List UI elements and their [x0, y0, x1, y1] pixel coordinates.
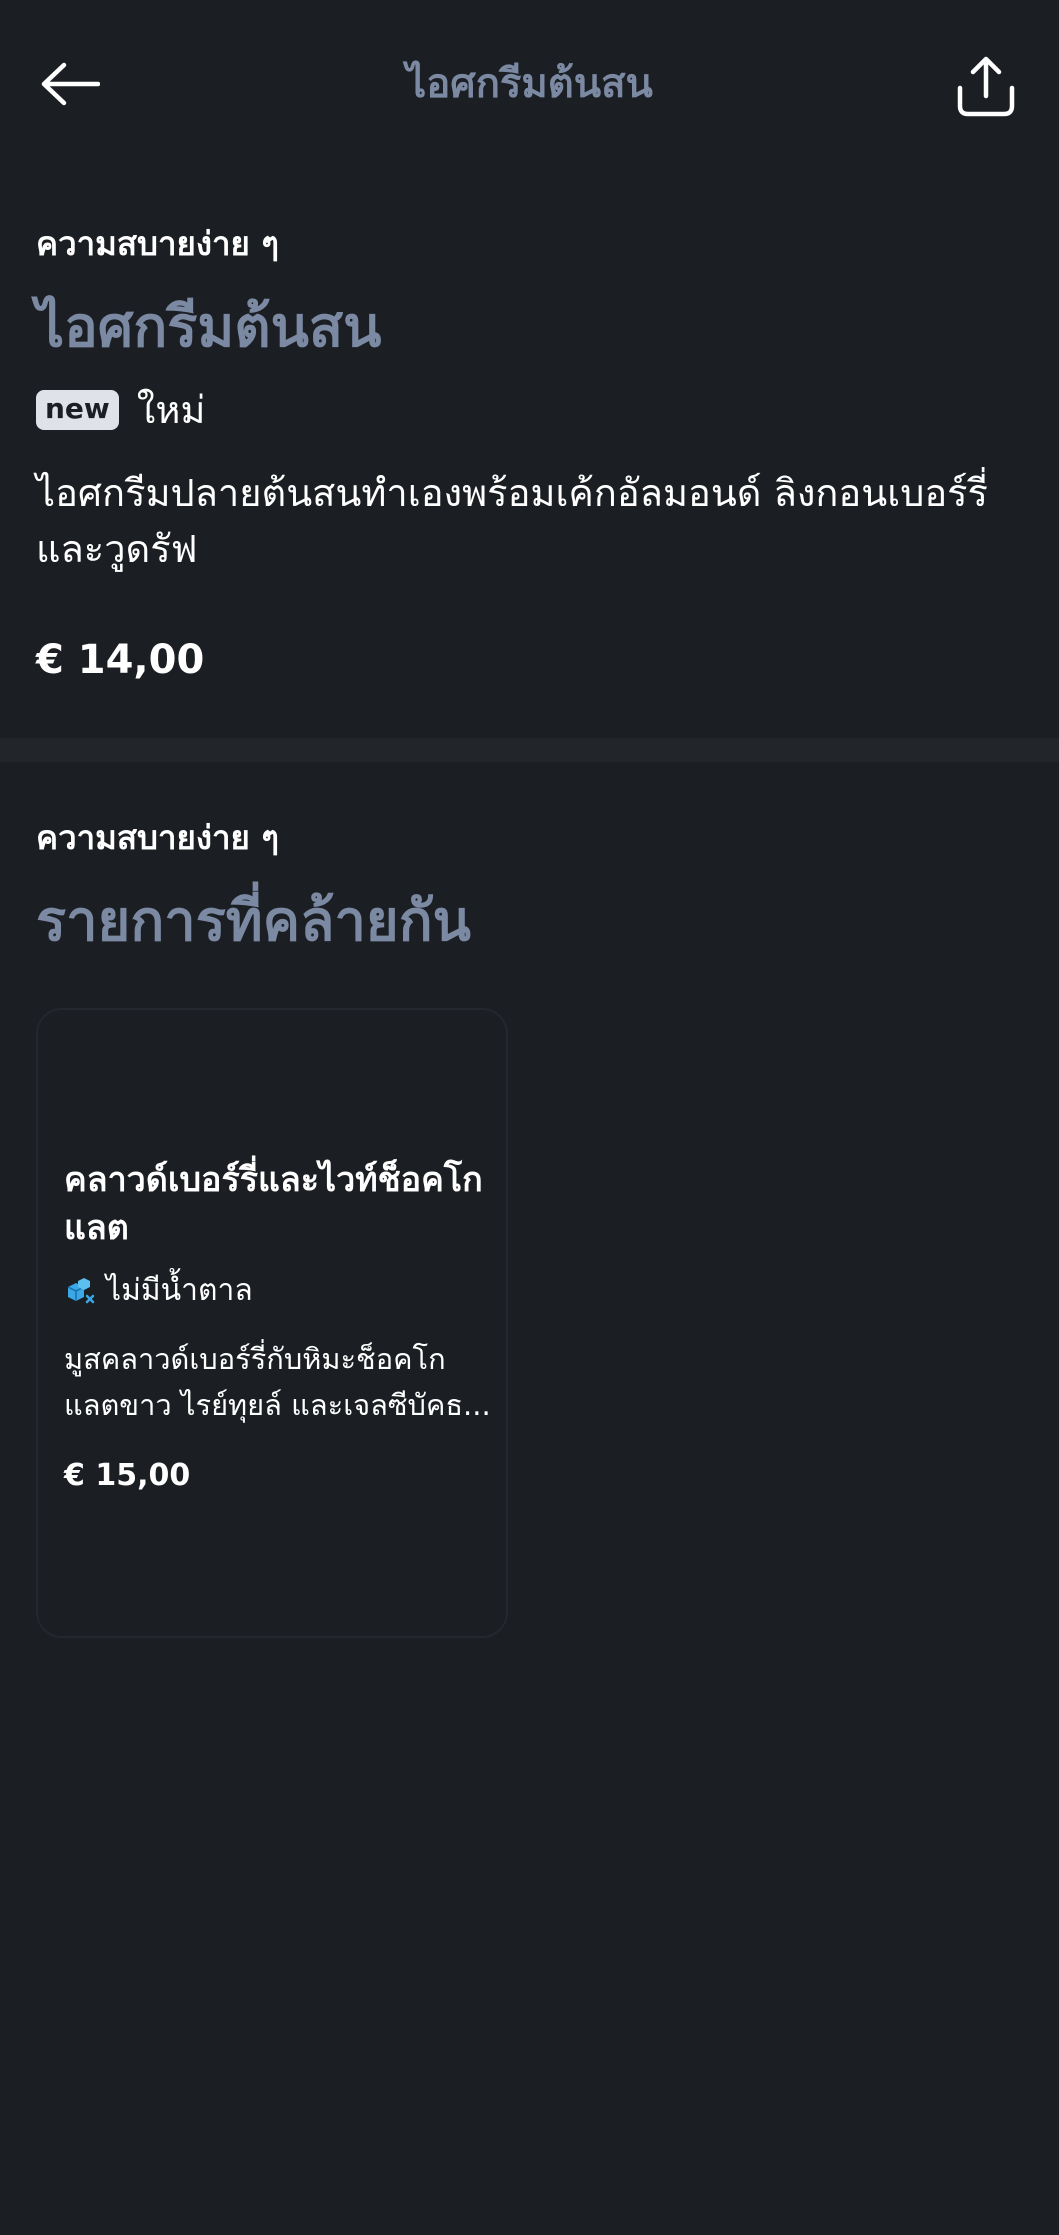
- product-name: ไอศกรีมต้นสน: [36, 295, 382, 360]
- similar-category-wrap: ความสบายง่าย ๆ: [36, 816, 1026, 860]
- product-price: € 14,00: [36, 637, 205, 683]
- similar-title: รายการที่คล้ายกัน: [36, 889, 471, 954]
- similar-item-card[interactable]: คลาวด์เบอร์รี่และไวท์ช็อคโก แลต ไม่มีน้ำ…: [36, 1008, 508, 1638]
- similar-item-name-line: คลาวด์เบอร์รี่และไวท์ช็อคโก: [64, 1160, 483, 1200]
- similar-item-description-line: แลตขาว ไรย์ทุยล์ และเจลซีบัคธ...: [64, 1388, 491, 1422]
- similar-item-description: มูสคลาวด์เบอร์รี่กับหิมะช็อคโก แลตขาว ไร…: [64, 1336, 494, 1428]
- share-icon: [957, 56, 1015, 117]
- product-description: ไอศกรีมปลายต้นสนทำเองพร้อมเค้กอัลมอนด์ ล…: [36, 465, 1026, 577]
- page-title: ไอศกรีมต้นสน: [406, 61, 653, 107]
- similar-item-name: คลาวด์เบอร์รี่และไวท์ช็อคโก แลต: [64, 1156, 494, 1252]
- new-badge-label: ใหม่: [136, 388, 206, 432]
- similar-item-description-line: มูสคลาวด์เบอร์รี่กับหิมะช็อคโก: [64, 1342, 446, 1376]
- similar-title-wrap: รายการที่คล้ายกัน: [36, 884, 1026, 960]
- similar-category: ความสบายง่าย ๆ: [36, 818, 280, 857]
- section-divider: [0, 738, 1059, 762]
- similar-item-tag: ไม่มีน้ำตาล: [64, 1268, 253, 1314]
- share-button[interactable]: [950, 50, 1022, 122]
- sugar-free-icon: [67, 1278, 95, 1304]
- product-price-wrap: € 14,00: [36, 634, 1026, 686]
- product-category: ความสบายง่าย ๆ: [36, 224, 280, 263]
- product-section: ความสบายง่าย ๆ: [36, 222, 1026, 266]
- top-bar: ไอศกรีมต้นสน: [0, 0, 1059, 170]
- similar-item-price: € 15,00: [64, 1458, 191, 1493]
- new-badge: new: [36, 390, 119, 430]
- description-line: และวูดรัฟ: [36, 527, 198, 571]
- similar-item-name-line: แลต: [64, 1208, 129, 1248]
- arrow-left-icon: [41, 62, 100, 106]
- back-button[interactable]: [36, 54, 104, 114]
- badge-row: new ใหม่: [36, 381, 1026, 439]
- similar-item-tag-label: ไม่มีน้ำตาล: [106, 1273, 253, 1308]
- product-name-wrap: ไอศกรีมต้นสน: [36, 290, 1026, 366]
- description-line: ไอศกรีมปลายต้นสนทำเองพร้อมเค้กอัลมอนด์ ล…: [36, 471, 988, 515]
